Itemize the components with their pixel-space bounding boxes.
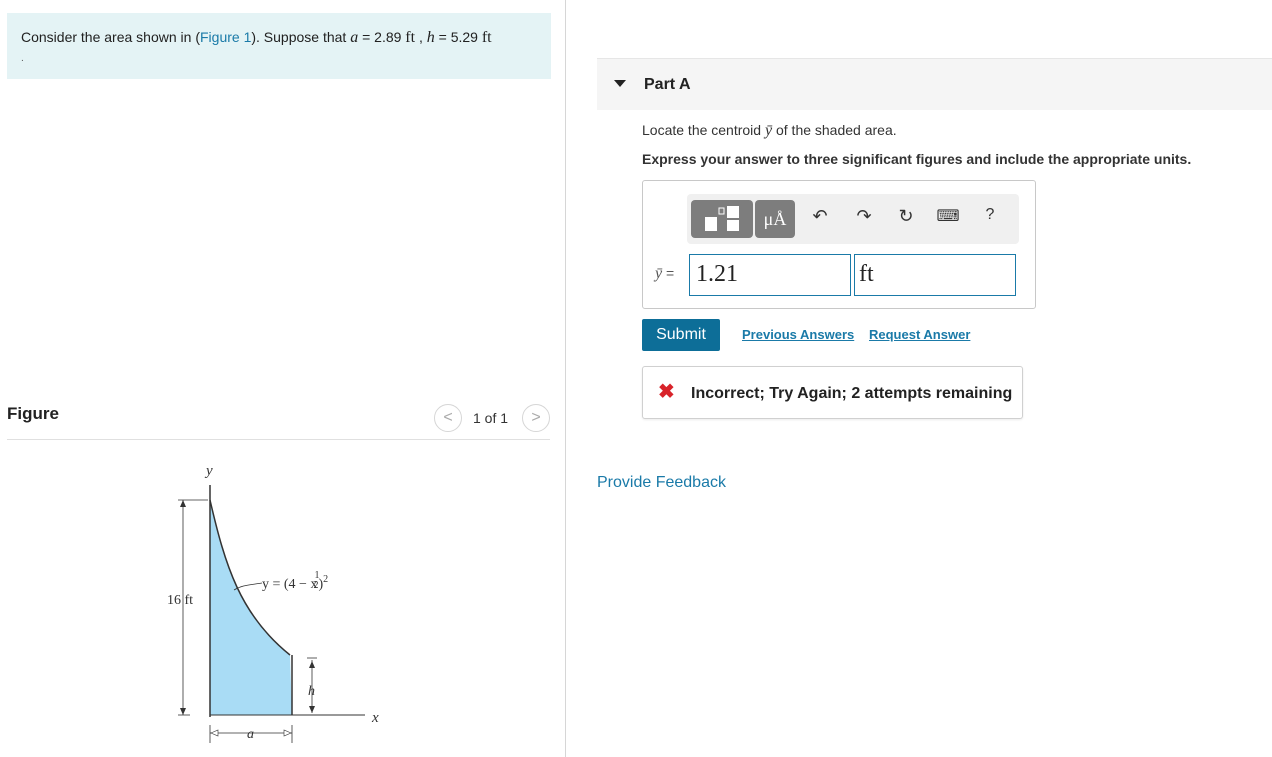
question-after: of the shaded area. — [772, 122, 897, 138]
help-icon[interactable]: ? — [977, 206, 1003, 224]
figure-title: Figure — [7, 404, 59, 423]
units-button[interactable]: μÅ — [755, 200, 795, 238]
question-text: Locate the centroid ȳ of the shaded area… — [642, 122, 897, 140]
feedback-message: ✖ Incorrect; Try Again; 2 attempts remai… — [642, 366, 1023, 419]
answer-box: μÅ ↶ ↷ ↻ ⌨ ? ȳ = 1.21 ft — [642, 180, 1036, 309]
submit-button[interactable]: Submit — [642, 319, 720, 351]
problem-text-1: Consider the area shown in ( — [21, 29, 200, 45]
figure-page-count: 1 of 1 — [473, 410, 509, 426]
next-figure-button[interactable]: > — [522, 404, 550, 432]
trailing-period: . — [21, 53, 24, 64]
templates-icon — [705, 206, 740, 231]
reset-icon[interactable]: ↻ — [893, 206, 919, 227]
part-a-header[interactable]: Part A — [597, 58, 1272, 110]
answer-equals: = — [662, 265, 675, 281]
a-unit: ft — [405, 29, 416, 46]
math-toolbar: μÅ ↶ ↷ ↻ ⌨ ? — [687, 194, 1019, 244]
part-title: Part A — [644, 76, 691, 93]
keyboard-icon[interactable]: ⌨ — [935, 206, 961, 226]
undo-icon[interactable]: ↶ — [807, 206, 833, 227]
provide-feedback-link[interactable]: Provide Feedback — [597, 474, 726, 492]
value-input[interactable]: 1.21 — [689, 254, 851, 296]
equation-main: y = (4 − x — [262, 577, 317, 592]
h-unit: ft — [481, 29, 492, 46]
figure-header: Figure < 1 of 1 > — [7, 402, 550, 440]
a-label: a — [247, 727, 254, 742]
comma: , — [415, 29, 427, 45]
feedback-text: Incorrect; Try Again; 2 attempts remaini… — [691, 385, 1013, 402]
unit-input[interactable]: ft — [854, 254, 1016, 296]
problem-text-2: ). Suppose that — [251, 29, 351, 45]
instruction-text: Express your answer to three significant… — [642, 151, 1192, 167]
request-answer-link[interactable]: Request Answer — [869, 327, 970, 342]
var-h: h — [426, 29, 435, 46]
incorrect-icon: ✖ — [658, 381, 675, 403]
equation-label: y = (4 − x1 2)2 — [262, 570, 328, 592]
x-axis-label: x — [371, 710, 379, 726]
collapse-arrow-icon[interactable] — [614, 80, 626, 87]
question-before: Locate the centroid — [642, 122, 765, 138]
problem-statement: Consider the area shown in (Figure 1). S… — [7, 13, 551, 79]
var-a: a — [350, 29, 359, 46]
figure-link[interactable]: Figure 1 — [200, 29, 251, 45]
a-value: = 2.89 — [358, 29, 406, 45]
shaded-area — [210, 500, 292, 715]
redo-icon[interactable]: ↷ — [851, 206, 877, 227]
answer-var-label: ȳ = — [655, 265, 674, 283]
previous-answers-link[interactable]: Previous Answers — [742, 327, 854, 342]
column-divider — [565, 0, 566, 757]
templates-button[interactable] — [691, 200, 753, 238]
previous-figure-button[interactable]: < — [434, 404, 462, 432]
figure-diagram: y x 16 ft y = (4 − x1 2)2 h a — [167, 463, 379, 743]
equation-square: 2 — [323, 574, 328, 585]
h-label: h — [308, 684, 315, 699]
height-label: 16 ft — [167, 593, 193, 608]
y-axis-label: y — [204, 463, 213, 479]
h-value: = 5.29 — [434, 29, 482, 45]
